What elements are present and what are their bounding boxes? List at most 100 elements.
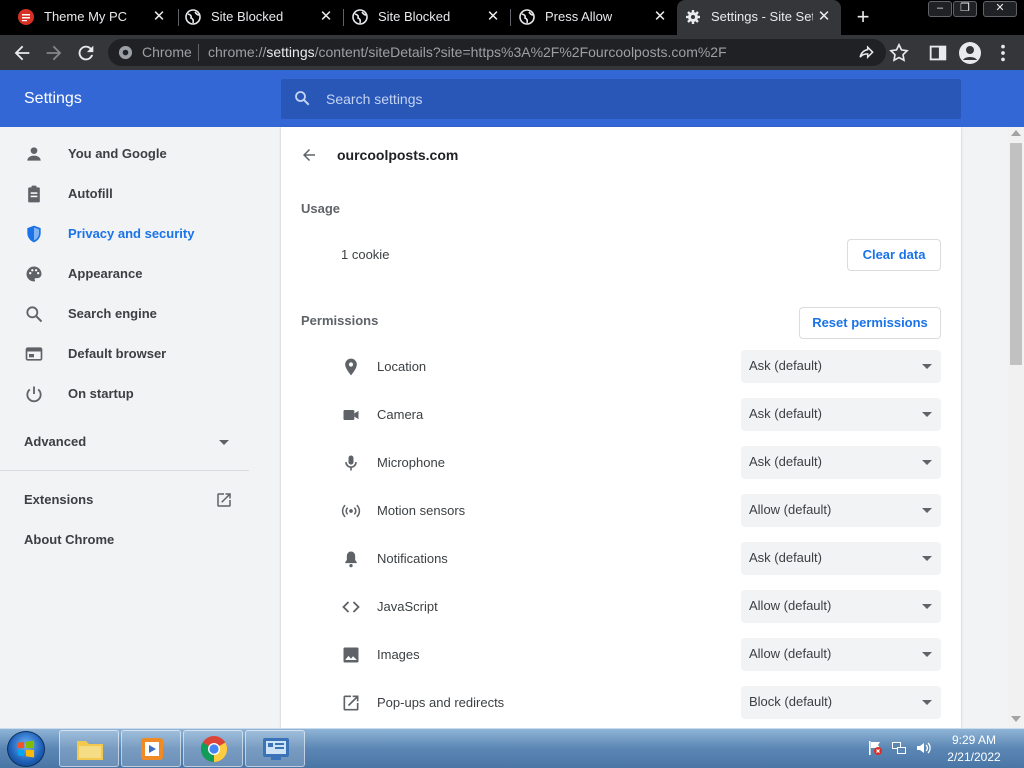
sidebar-item-privacy-and-security[interactable]: Privacy and security xyxy=(0,214,260,254)
tab-settings[interactable]: Settings - Site Setti ✕ xyxy=(677,0,841,35)
back-arrow-icon[interactable] xyxy=(11,42,33,64)
select-value: Allow (default) xyxy=(749,598,832,613)
sidebar-item-autofill[interactable]: Autofill xyxy=(0,174,260,214)
volume-icon[interactable] xyxy=(915,740,931,756)
flag-notification-icon[interactable] xyxy=(867,740,883,756)
taskbar-clock-time[interactable]: 9:29 AM xyxy=(946,733,1002,747)
dropdown-arrow-icon xyxy=(922,556,932,561)
tab-close-icon[interactable]: ✕ xyxy=(651,8,669,26)
taskbar-chrome-button[interactable] xyxy=(183,730,243,767)
select-value: Ask (default) xyxy=(749,454,822,469)
taskbar-explorer-button[interactable] xyxy=(59,730,119,767)
reset-permissions-button[interactable]: Reset permissions xyxy=(799,307,941,339)
microphone-icon xyxy=(345,455,357,471)
scroll-down-arrow-icon[interactable] xyxy=(1011,716,1021,722)
popups-permission-select[interactable]: Block (default) xyxy=(741,686,941,719)
location-pin-icon xyxy=(345,358,357,376)
sidebar-advanced-label: Advanced xyxy=(24,434,87,449)
dropdown-arrow-icon xyxy=(922,460,932,465)
settings-title: Settings xyxy=(24,90,82,107)
dropdown-arrow-icon xyxy=(922,604,932,609)
image-icon xyxy=(343,647,359,663)
images-permission-select[interactable]: Allow (default) xyxy=(741,638,941,671)
sidebar-advanced[interactable]: Advanced xyxy=(0,422,260,462)
cookie-count: 1 cookie xyxy=(341,247,390,262)
folder-icon xyxy=(77,741,103,760)
share-icon[interactable] xyxy=(856,43,876,63)
sidebar-item-on-startup[interactable]: On startup xyxy=(0,374,260,414)
bookmark-star-icon[interactable] xyxy=(888,42,910,64)
person-icon xyxy=(27,147,41,161)
new-tab-icon[interactable]: + xyxy=(852,6,874,29)
search-icon xyxy=(295,91,310,106)
profile-avatar-icon[interactable] xyxy=(958,41,982,65)
sidebar-extensions-link[interactable]: Extensions xyxy=(24,492,93,507)
power-icon xyxy=(26,386,42,403)
javascript-permission-select[interactable]: Allow (default) xyxy=(741,590,941,623)
sidebar-item-label: Appearance xyxy=(68,266,143,281)
bell-icon xyxy=(345,551,357,568)
restore-icon[interactable]: ❐ xyxy=(953,1,977,17)
omnibox-divider xyxy=(198,44,199,61)
sidebar-item-label: On startup xyxy=(68,386,134,401)
start-button[interactable] xyxy=(7,731,45,767)
scrollbar-thumb[interactable] xyxy=(1010,143,1022,365)
select-value: Allow (default) xyxy=(749,502,832,517)
chrome-page-icon[interactable] xyxy=(118,45,133,60)
tab-title: Press Allow xyxy=(545,9,613,24)
camera-icon xyxy=(343,410,359,420)
side-panel-icon[interactable] xyxy=(927,42,949,64)
sidebar-item-you-and-google[interactable]: You and Google xyxy=(0,134,260,174)
sidebar-item-label: You and Google xyxy=(68,146,167,161)
tab-title: Site Blocked xyxy=(211,9,284,24)
sidebar-about-chrome-link[interactable]: About Chrome xyxy=(24,532,114,547)
globe-icon xyxy=(352,9,368,25)
taskbar-media-player-button[interactable] xyxy=(121,730,181,767)
select-value: Allow (default) xyxy=(749,646,832,661)
microphone-permission-select[interactable]: Ask (default) xyxy=(741,446,941,479)
tab-press-allow[interactable]: Press Allow ✕ xyxy=(511,0,677,35)
taskbar-control-panel-button[interactable] xyxy=(245,730,305,767)
tab-title: Site Blocked xyxy=(378,9,451,24)
network-icon[interactable] xyxy=(891,740,907,756)
omnibox-url[interactable]: chrome://settings/content/siteDetails?si… xyxy=(208,44,727,60)
kebab-menu-icon[interactable] xyxy=(992,42,1014,64)
clipboard-icon xyxy=(28,185,40,203)
media-player-icon xyxy=(141,738,163,760)
tab-title: Theme My PC xyxy=(44,9,128,24)
taskbar-clock-date[interactable]: 2/21/2022 xyxy=(946,750,1002,764)
windows-logo-icon xyxy=(17,740,35,758)
select-value: Ask (default) xyxy=(749,406,822,421)
tab-close-icon[interactable]: ✕ xyxy=(484,8,502,26)
scroll-up-arrow-icon[interactable] xyxy=(1011,130,1021,136)
omnibox-scheme-label: Chrome xyxy=(142,44,192,60)
tab-site-blocked-1[interactable]: Site Blocked ✕ xyxy=(177,0,343,35)
chevron-down-icon xyxy=(219,440,229,445)
back-arrow-icon[interactable] xyxy=(300,146,318,164)
tab-close-icon[interactable]: ✕ xyxy=(815,8,833,26)
sidebar-item-search-engine[interactable]: Search engine xyxy=(0,294,260,334)
clear-data-button[interactable]: Clear data xyxy=(847,239,941,271)
sidebar-item-default-browser[interactable]: Default browser xyxy=(0,334,260,374)
minimize-icon[interactable]: – xyxy=(928,1,952,17)
motion-sensors-permission-select[interactable]: Allow (default) xyxy=(741,494,941,527)
forward-arrow-icon[interactable] xyxy=(43,42,65,64)
tab-close-icon[interactable]: ✕ xyxy=(150,8,168,26)
tab-site-blocked-2[interactable]: Site Blocked ✕ xyxy=(344,0,510,35)
control-panel-icon xyxy=(263,738,289,760)
camera-permission-select[interactable]: Ask (default) xyxy=(741,398,941,431)
open-in-new-icon[interactable] xyxy=(215,491,233,509)
select-value: Ask (default) xyxy=(749,358,822,373)
tab-theme-my-pc[interactable]: Theme My PC ✕ xyxy=(10,0,176,35)
permission-label-popups: Pop-ups and redirects xyxy=(377,695,505,710)
notifications-permission-select[interactable]: Ask (default) xyxy=(741,542,941,575)
window-close-icon[interactable]: ✕ xyxy=(983,1,1017,17)
sidebar-item-label: Default browser xyxy=(68,346,167,361)
site-host-title: ourcoolposts.com xyxy=(337,147,459,163)
permission-label-images: Images xyxy=(377,647,420,662)
screen: Theme My PC ✕ Site Blocked ✕ Site Blocke… xyxy=(0,0,1024,768)
location-permission-select[interactable]: Ask (default) xyxy=(741,350,941,383)
tab-close-icon[interactable]: ✕ xyxy=(317,8,335,26)
sidebar-item-appearance[interactable]: Appearance xyxy=(0,254,260,294)
reload-icon[interactable] xyxy=(75,42,97,64)
